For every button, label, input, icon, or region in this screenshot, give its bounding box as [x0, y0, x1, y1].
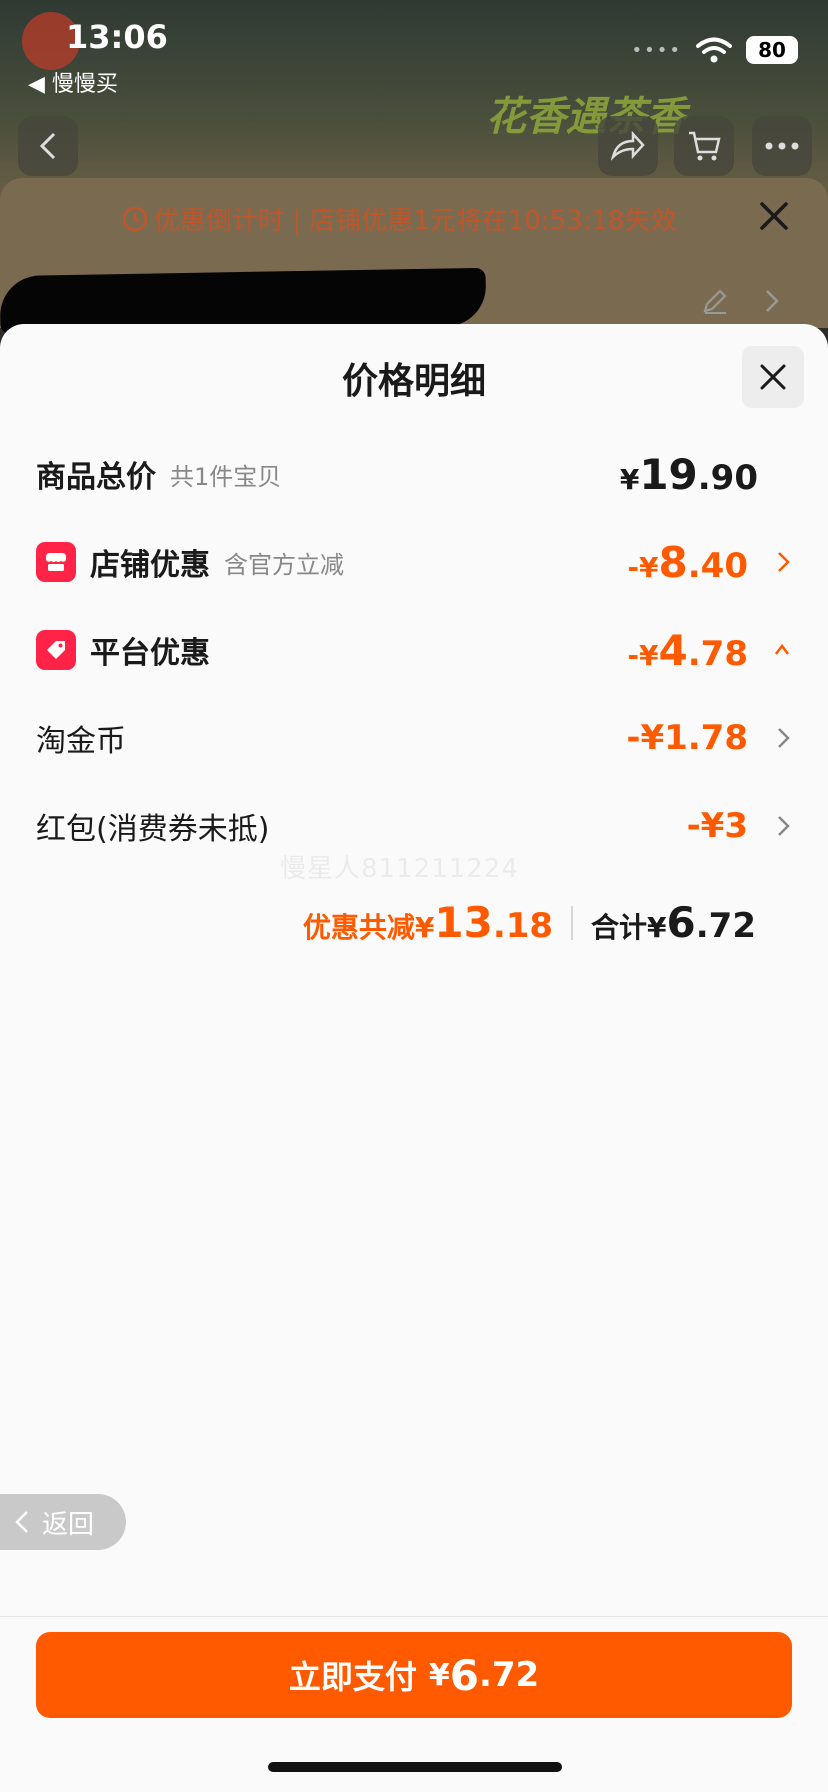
wifi-icon: [696, 37, 732, 63]
clock-icon: [122, 206, 148, 231]
chevron-right-icon: [778, 816, 790, 836]
pay-button-label: 立即支付: [288, 1658, 417, 1696]
home-indicator[interactable]: [268, 1762, 562, 1772]
row-label: 红包(消费券未抵): [36, 812, 270, 847]
summary-divider: [571, 905, 574, 940]
row-platform-discount[interactable]: 平台优惠 -¥4.78: [36, 620, 792, 680]
grand-total: 合计¥6.72: [591, 898, 756, 947]
chevron-left-icon: [15, 1511, 28, 1533]
close-button[interactable]: [742, 346, 804, 408]
status-time: 13:06: [66, 18, 168, 56]
total-discount: 优惠共减¥13.18: [302, 898, 554, 947]
price-summary: 优惠共减¥13.18 合计¥6.72: [303, 898, 756, 947]
row-goods-total: 商品总价 共1件宝贝 ¥19.90: [36, 444, 792, 504]
red-packet-value: -¥3: [686, 806, 748, 846]
row-label: 店铺优惠: [90, 548, 210, 583]
edit-icon[interactable]: [700, 286, 730, 316]
countdown-text: 优惠倒计时 | 店铺优惠1元将在10:53:18失效: [154, 206, 677, 236]
goods-total-value: ¥19.90: [619, 449, 758, 499]
taojinbi-value: -¥1.78: [626, 718, 748, 758]
chevron-right-icon: [778, 552, 790, 572]
pay-button-amount-int: 6: [449, 1650, 479, 1700]
chevron-up-icon: [775, 643, 789, 655]
close-icon: [760, 364, 786, 390]
row-red-packet[interactable]: 红包(消费券未抵) -¥3: [36, 796, 792, 856]
battery-indicator: 80: [746, 36, 798, 64]
tag-icon: [36, 630, 76, 670]
share-icon[interactable]: [598, 116, 658, 176]
shop-icon: [36, 542, 76, 582]
pay-button-currency: ¥: [428, 1657, 450, 1693]
row-label: 平台优惠: [90, 636, 210, 671]
pay-button-amount-dec: .72: [478, 1655, 540, 1695]
row-store-discount[interactable]: 店铺优惠 含官方立减 -¥8.40: [36, 532, 792, 592]
status-back-app[interactable]: ◀ 慢慢买: [28, 66, 118, 98]
row-taojinbi[interactable]: 淘金币 -¥1.78: [36, 708, 792, 768]
status-indicators: •••• 80: [632, 36, 798, 64]
row-sublabel: 共1件宝贝: [170, 462, 282, 491]
back-button[interactable]: 返回: [0, 1494, 126, 1550]
row-label: 商品总价: [36, 460, 156, 495]
cellular-signal-icon: ••••: [631, 39, 682, 61]
watermark: 慢星人811211224: [280, 854, 519, 884]
platform-discount-value: -¥4.78: [627, 625, 748, 675]
chevron-right-icon[interactable]: [762, 286, 782, 316]
row-label: 淘金币: [36, 724, 126, 759]
cart-icon[interactable]: [674, 116, 734, 176]
close-icon[interactable]: [754, 196, 794, 236]
chevron-right-icon: [778, 728, 790, 748]
store-discount-value: -¥8.40: [627, 537, 748, 587]
row-sublabel: 含官方立减: [224, 550, 344, 579]
back-icon[interactable]: [18, 116, 78, 176]
sheet-title: 价格明细: [341, 361, 486, 402]
countdown-notice: 优惠倒计时 | 店铺优惠1元将在10:53:18失效: [122, 200, 677, 237]
more-icon[interactable]: [752, 116, 812, 176]
back-button-label: 返回: [42, 1509, 95, 1540]
pay-now-button[interactable]: 立即支付 ¥ 6 .72: [36, 1632, 792, 1718]
